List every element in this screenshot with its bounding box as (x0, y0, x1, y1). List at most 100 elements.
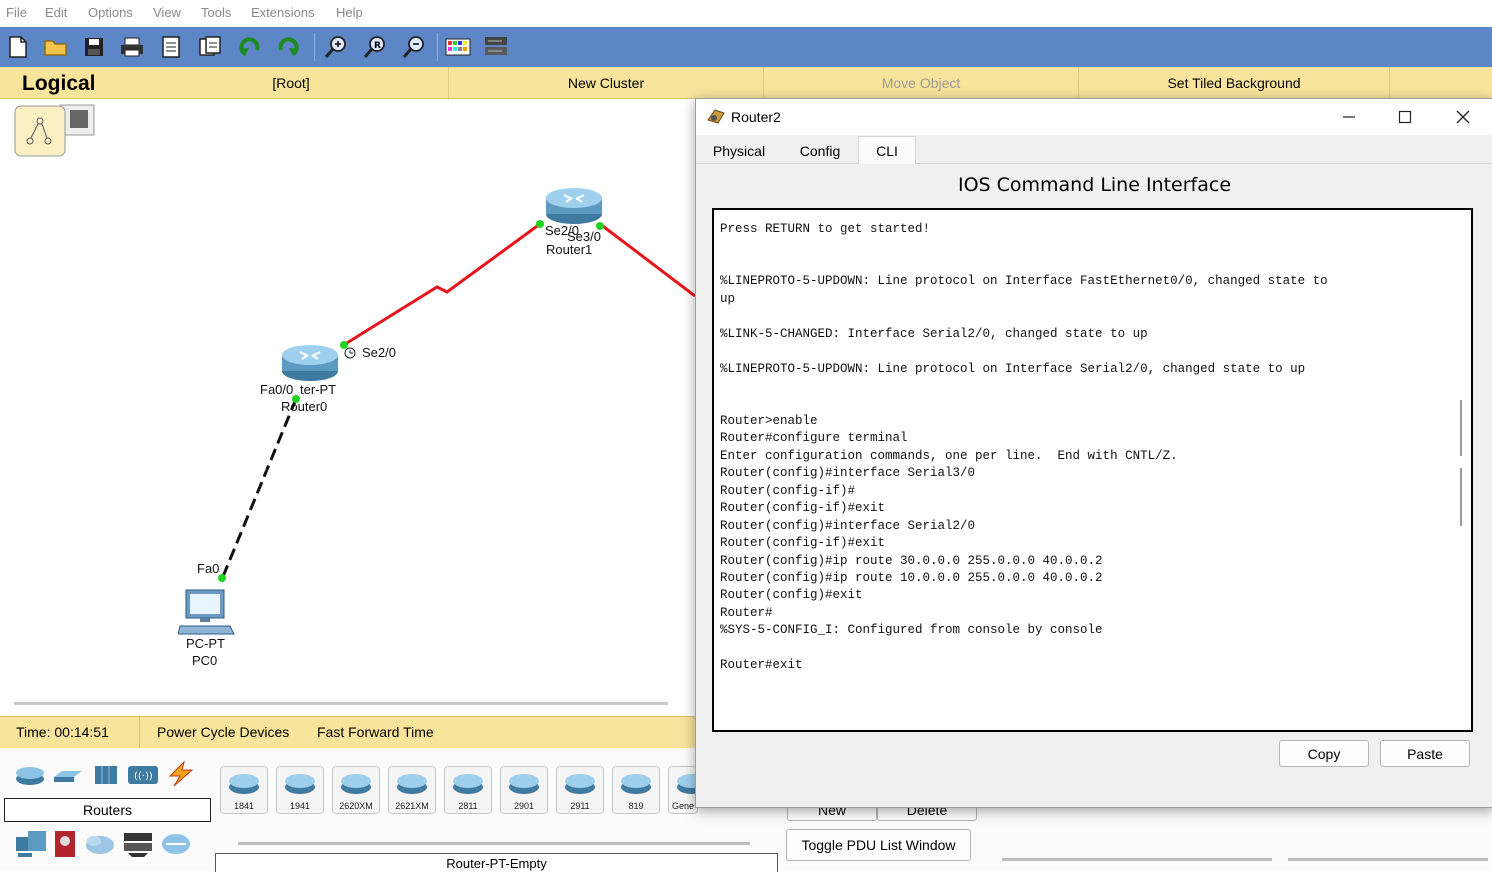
wan-emulation-category-icon[interactable] (84, 829, 116, 859)
router-model-button[interactable]: Gene (668, 766, 698, 814)
close-icon[interactable] (1446, 103, 1480, 131)
logical-workspace-bar: Logical [Root] New Cluster Move Object S… (0, 67, 1492, 99)
router-model-label: 2901 (513, 801, 535, 811)
router-model-button[interactable]: 2811 (444, 766, 492, 814)
cli-line: Router>enable (720, 413, 818, 428)
activity-wizard-icon[interactable] (157, 33, 185, 61)
new-cluster-button[interactable]: New Cluster (449, 67, 764, 98)
cli-line: Router(config)#interface Serial2/0 (720, 518, 976, 533)
router-model-button[interactable]: 2620XM (332, 766, 380, 814)
tab-config[interactable]: Config (782, 139, 858, 162)
end-devices-category-icon[interactable] (14, 829, 48, 859)
dialog-title: Router2 (731, 109, 781, 125)
serial-link-router0-router1[interactable] (341, 222, 541, 348)
cli-terminal[interactable]: Press RETURN to get started! %LINEPROTO-5… (712, 208, 1473, 732)
router-model-label: 2620XM (339, 801, 373, 811)
router1-name-label: Router1 (546, 242, 593, 257)
router-model-button[interactable]: 2621XM (388, 766, 436, 814)
maximize-icon[interactable] (1388, 103, 1422, 131)
root-button[interactable]: [Root] (134, 67, 449, 98)
connections-category-icon[interactable] (164, 760, 196, 788)
cli-line: Router(config)#ip route 10.0.0.0 255.0.0… (720, 571, 1103, 585)
undo-icon[interactable] (236, 33, 264, 61)
menu-view[interactable]: View (153, 5, 181, 20)
custom-made-devices-category-icon[interactable] (122, 829, 154, 859)
pc0-icon[interactable] (177, 588, 236, 636)
custom-devices-icon[interactable] (482, 33, 510, 61)
router-model-button[interactable]: 1941 (276, 766, 324, 814)
tab-cli[interactable]: CLI (858, 136, 916, 164)
cli-line: %LINEPROTO-5-UPDOWN: Line protocol on In… (720, 361, 1306, 376)
save-icon[interactable] (80, 33, 108, 61)
workspace-horizontal-scrollbar[interactable] (14, 702, 668, 705)
multiuser-connection-category-icon[interactable] (160, 829, 192, 859)
cli-line: Press RETURN to get started! (720, 222, 931, 236)
zoom-reset-icon[interactable]: R (361, 33, 389, 61)
tab-physical-label: Physical (712, 142, 766, 159)
cli-line: %SYS-5-CONFIG_I: Configured from console… (720, 623, 1103, 638)
cli-line: Router(config-if)#exit (720, 536, 886, 551)
security-category-icon[interactable] (52, 829, 78, 859)
router-model-button[interactable]: 2901 (500, 766, 548, 814)
router1-icon[interactable] (544, 186, 604, 226)
pdu-scrollbar[interactable] (1002, 858, 1272, 861)
selected-device-model-label: Router-PT-Empty (215, 853, 778, 872)
pdu-scrollbar-right[interactable] (1288, 858, 1488, 861)
router-model-label: 2811 (458, 801, 478, 811)
terminal-scrollbar-thumb-lower[interactable] (1460, 468, 1462, 526)
move-object-button[interactable]: Move Object (764, 67, 1079, 98)
redo-icon[interactable] (274, 33, 302, 61)
menu-edit[interactable]: Edit (45, 5, 67, 20)
fast-forward-time-button[interactable]: Fast Forward Time (317, 724, 434, 740)
menu-tools[interactable]: Tools (201, 5, 231, 20)
hubs-category-icon[interactable] (92, 763, 120, 787)
device-list-scrollbar[interactable] (238, 842, 750, 845)
dialog-title-bar[interactable]: Router2 (696, 99, 1492, 135)
pc0-model-label: PC-PT (186, 636, 225, 651)
move-object-label: Move Object (881, 74, 961, 91)
minimize-icon[interactable] (1332, 103, 1366, 131)
terminal-scrollbar-thumb[interactable] (1460, 400, 1462, 456)
routers-category-icon[interactable] (14, 763, 46, 787)
dialog-tab-bar: Physical Config CLI (696, 136, 1492, 164)
svg-text:((·)): ((·)) (134, 771, 153, 782)
open-folder-icon[interactable] (42, 33, 70, 61)
logical-title[interactable]: Logical (22, 72, 96, 96)
router-model-button[interactable]: 2911 (556, 766, 604, 814)
menu-help[interactable]: Help (336, 5, 363, 20)
network-info-icon[interactable] (196, 33, 224, 61)
router0-icon[interactable] (280, 343, 340, 383)
serial-link-router1-router2[interactable] (599, 222, 695, 298)
new-file-icon[interactable] (4, 33, 32, 61)
palette-icon[interactable] (444, 33, 472, 61)
copy-button[interactable]: Copy (1279, 740, 1369, 767)
cli-line: up (720, 291, 736, 306)
cli-heading: IOS Command Line Interface (957, 174, 1232, 196)
new-cluster-label: New Cluster (567, 74, 645, 91)
copper-link-router0-pc0[interactable] (220, 398, 298, 580)
paste-button[interactable]: Paste (1380, 740, 1470, 767)
zoom-in-icon[interactable] (322, 33, 350, 61)
switches-category-icon[interactable] (52, 763, 84, 787)
menu-file[interactable]: File (6, 5, 27, 20)
router0-fast-port-label: Fa0/0 (260, 382, 294, 397)
power-cycle-devices-button[interactable]: Power Cycle Devices (157, 724, 289, 740)
menu-extensions[interactable]: Extensions (251, 5, 315, 20)
paste-label: Paste (1407, 745, 1443, 762)
root-label: [Root] (272, 74, 310, 91)
cli-line: Router#configure terminal (720, 431, 908, 446)
toggle-pdu-list-button[interactable]: Toggle PDU List Window (786, 829, 971, 861)
print-icon[interactable] (118, 33, 146, 61)
tab-physical[interactable]: Physical (698, 139, 780, 162)
router0-model-label: ter-PT (300, 382, 337, 397)
router-model-button[interactable]: 1841 (220, 766, 268, 814)
zoom-out-icon[interactable] (400, 33, 428, 61)
cli-line: Router#exit (720, 658, 803, 673)
set-tiled-background-button[interactable]: Set Tiled Background (1079, 67, 1390, 98)
router-model-label: 2911 (570, 801, 590, 811)
menu-options[interactable]: Options (88, 5, 133, 20)
router-model-button[interactable]: 819 (612, 766, 660, 814)
wireless-category-icon[interactable]: ((·)) (126, 763, 160, 787)
link-status-dot (536, 220, 544, 228)
router0-name-label: Router0 (281, 399, 328, 414)
